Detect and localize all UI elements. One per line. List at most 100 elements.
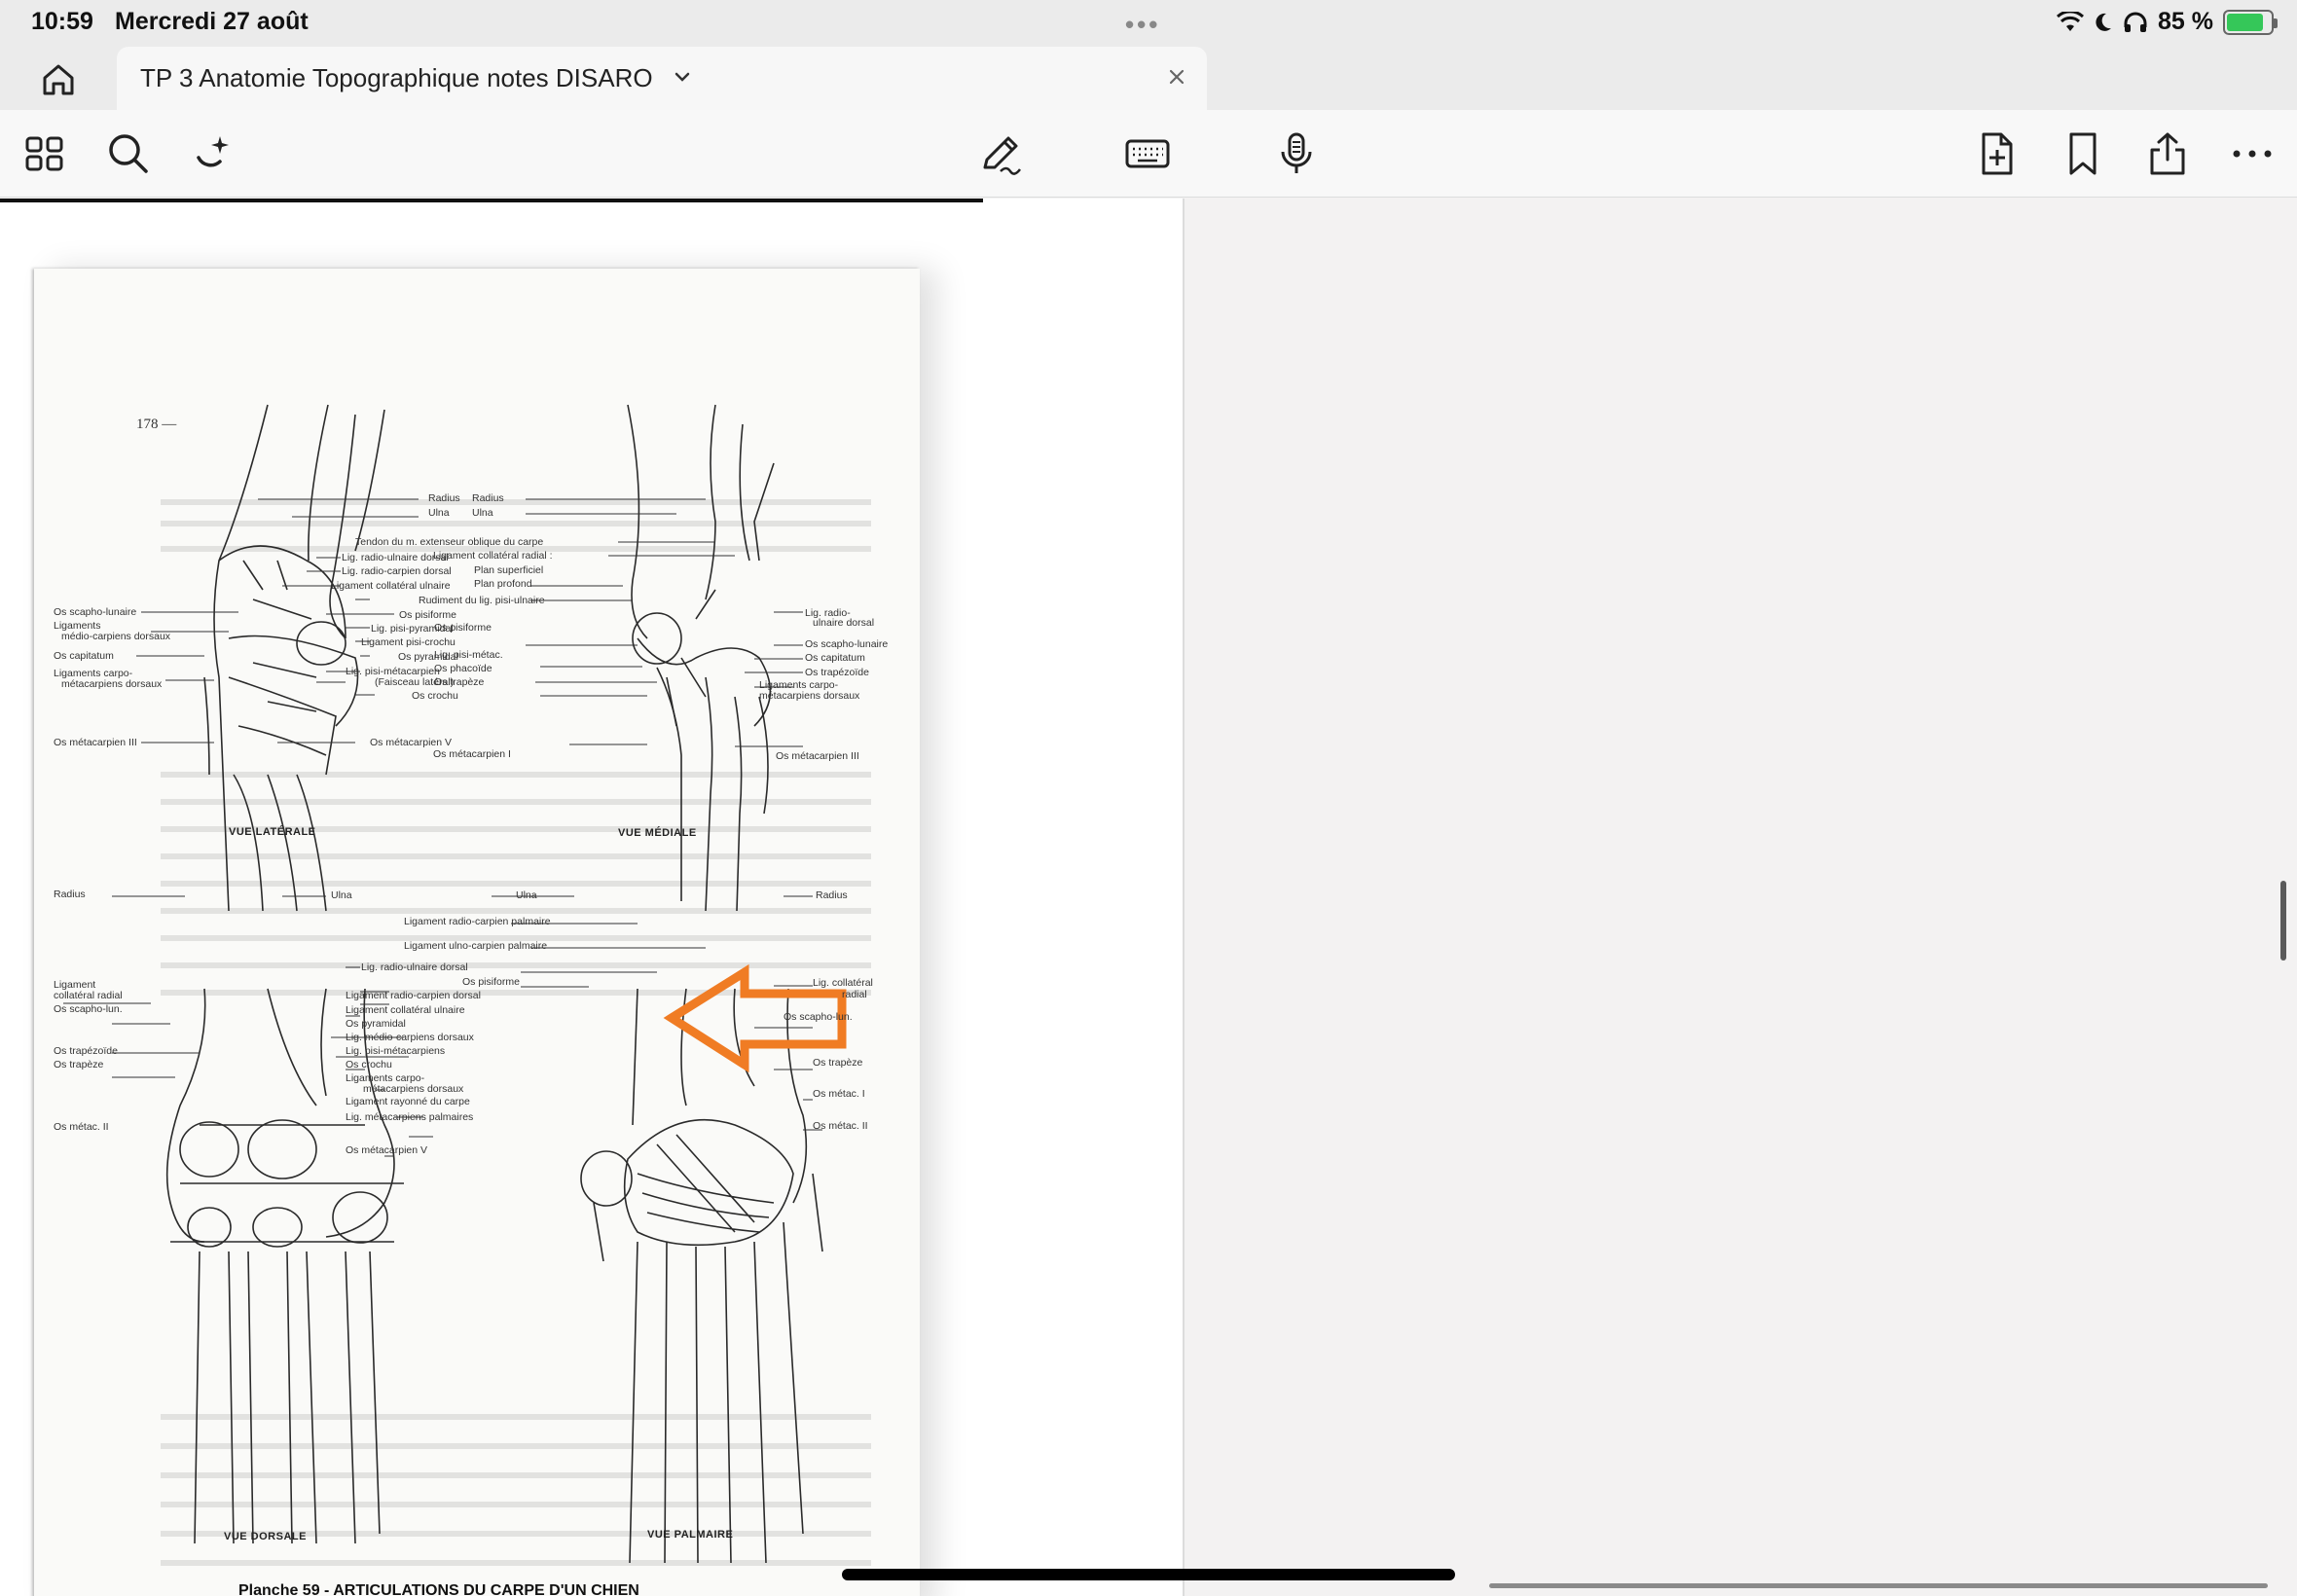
home-button[interactable] [37,60,80,99]
status-date: Mercredi 27 août [115,8,309,35]
home-icon [43,64,74,95]
label: Lig. métacarpiens palmaires [346,1111,474,1123]
label: Radius [54,889,86,900]
label: Tendon du m. extenseur oblique du carpe [355,536,544,548]
page-number: 178 — [136,417,177,432]
document-pane[interactable]: 178 — Radius Ulna Lig. radio-ulnaire dor… [0,199,1183,1596]
plate-caption: Planche 59 - ARTICULATIONS DU CARPE D'UN… [238,1582,639,1596]
status-time: 10:59 [31,8,93,35]
chevron-down-icon[interactable] [672,66,693,88]
label: Plan profond [474,578,532,590]
label: Os trapézoïde [54,1045,118,1057]
grid-button[interactable] [21,130,68,177]
wifi-icon [2057,11,2085,31]
label: Os pyramidal [346,1018,406,1030]
label: Os crochu [412,690,458,702]
share-button[interactable] [2144,130,2191,177]
label: Os métac. II [813,1120,868,1132]
keyboard-icon [1125,139,1170,168]
label: Os scapho-lunaire [54,606,137,618]
battery-level [2227,13,2264,31]
label: Radius [472,492,504,504]
share-icon [2150,132,2185,175]
label: Os trapèze [54,1059,104,1070]
home-indicator[interactable] [842,1569,1455,1580]
previous-page-edge [0,199,983,202]
add-page-icon [1982,132,2013,175]
headphones-icon [2124,12,2147,32]
label: Os pisiforme [434,622,492,634]
label: Os pisiforme [462,976,520,988]
scanned-page: 178 — Radius Ulna Lig. radio-ulnaire dor… [34,269,920,1596]
label: Os métac. I [813,1088,865,1100]
microphone-icon [1281,132,1312,173]
keyboard-button[interactable] [1124,130,1171,177]
more-icon [2233,150,2272,158]
label: collatéral radial [54,990,123,1001]
label: Os trapézoïde [805,667,869,678]
label: Os scapho-lun. [784,1011,853,1023]
label: Os métacarpien V [346,1144,428,1156]
add-page-button[interactable] [1974,130,2021,177]
label: Os trapèze [813,1057,863,1069]
label: Lig. collatéral [813,977,873,989]
label: Ligament collatéral radial : [433,550,553,562]
label: Rudiment du lig. pisi-ulnaire [419,595,545,606]
label: Os pisiforme [399,609,456,621]
moon-icon [2096,13,2112,31]
status-indicators: 85 % [2057,8,2278,36]
label: Ligament radio-carpien dorsal [346,990,481,1001]
vertical-scrollbar[interactable] [2280,881,2286,961]
label: métacarpiens dorsaux [759,690,860,702]
label: métacarpiens dorsaux [61,678,163,690]
pen-tool-button[interactable] [977,130,1024,177]
grid-icon [25,136,63,171]
label: Ligament collatéral ulnaire [346,1004,465,1016]
tab-bar: TP 3 Anatomie Topographique notes DISARO [0,47,2297,110]
bookmark-button[interactable] [2060,130,2106,177]
label: Ulna [516,889,537,901]
caption-dorsal: VUE DORSALE [224,1531,307,1542]
caption-palmar: VUE PALMAIRE [647,1529,734,1541]
multitasking-dots-icon[interactable]: ••• [1125,10,1160,40]
label: médio-carpiens dorsaux [61,631,171,642]
label: Ligament pisi-crochu [361,636,456,648]
label: Os métacarpien III [776,750,859,762]
ai-assistant-button[interactable] [191,130,237,177]
horizontal-scrollbar[interactable] [1489,1583,2268,1588]
label: Os métacarpien V [370,737,453,748]
pen-icon [983,136,1021,175]
label: Os scapho-lunaire [805,638,889,650]
label: ulnaire dorsal [813,617,875,629]
label: Os crochu [346,1059,392,1070]
label: radial [842,989,867,1000]
label: Os scapho-lun. [54,1003,123,1015]
search-button[interactable] [105,130,152,177]
battery-percent: 85 % [2158,8,2213,35]
bookmark-icon [2069,132,2096,175]
tab-title: TP 3 Anatomie Topographique notes DISARO [140,63,653,92]
label: Ulna [472,507,493,519]
label: métacarpiens dorsaux [363,1083,464,1095]
microphone-button[interactable] [1273,130,1320,177]
search-icon [109,134,148,173]
label: Lig. pisi-métac. [434,649,503,661]
scan-illustration [63,404,871,1566]
label: Lig. médio-carpiens dorsaux [346,1032,474,1043]
empty-right-pane[interactable] [1185,199,2297,1596]
caption-lateral: VUE LATÉRALE [229,826,316,838]
close-icon[interactable] [1164,64,1189,90]
more-options-button[interactable] [2229,130,2276,177]
label: Os phacoïde [434,663,492,674]
label: Ligament rayonné du carpe [346,1096,470,1107]
label: Ulna [428,507,450,519]
label: Radius [816,889,848,901]
ai-assistant-icon [197,136,229,167]
label: Plan superficiel [474,564,544,576]
label: Os trapèze [434,676,485,688]
label: Lig. radio-ulnaire dorsal [361,961,468,973]
document-tab[interactable]: TP 3 Anatomie Topographique notes DISARO [117,47,1207,110]
toolbar [0,110,2297,198]
label: Lig. pisi-métacarpiens [346,1045,446,1057]
label: Os capitatum [805,652,865,664]
